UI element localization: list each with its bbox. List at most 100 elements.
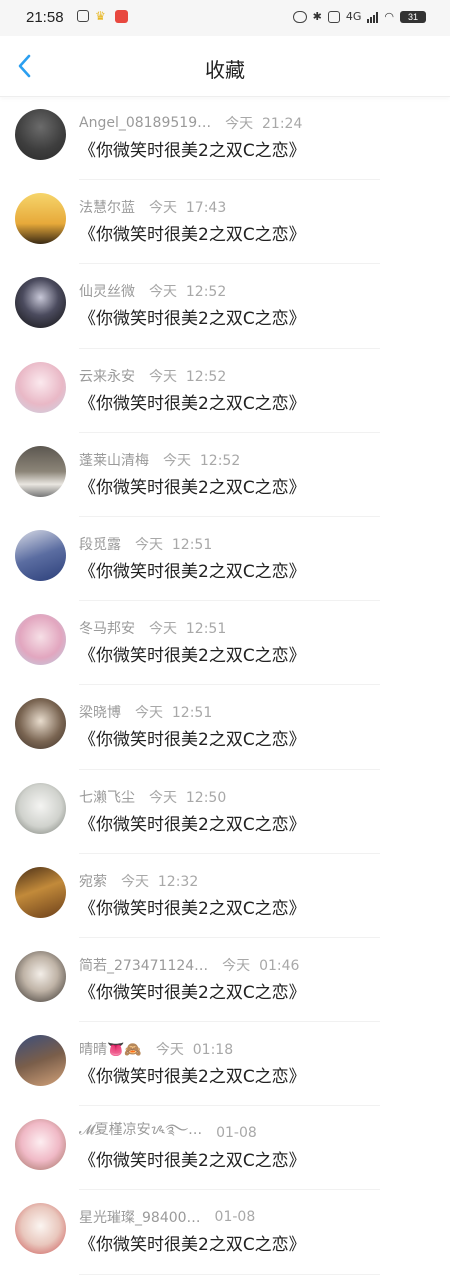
item-meta: 梁晓博 今天 12:51 — [79, 702, 430, 722]
timestamp: 今天 12:32 — [121, 873, 199, 890]
timestamp: 今天 12:51 — [135, 705, 213, 722]
item-meta: 𝓜夏槿凉安ᝰ࿐… 01-08 — [79, 1122, 430, 1143]
signal-icon — [367, 11, 379, 23]
avatar[interactable] — [15, 529, 66, 581]
network-type: 4G — [345, 10, 362, 23]
favorite-item[interactable]: 简若_273471124… 今天 01:46 《你微笑时很美2之双C之恋》 — [0, 938, 450, 1023]
item-meta: 星光璀璨_98400… 01-08 — [79, 1207, 430, 1227]
avatar[interactable] — [15, 109, 66, 160]
user-name[interactable]: 段觅露 — [79, 534, 121, 554]
item-meta: Angel_08189519… 今天 21:24 — [79, 113, 430, 133]
book-title[interactable]: 《你微笑时很美2之双C之恋》 — [79, 810, 306, 835]
book-title[interactable]: 《你微笑时很美2之双C之恋》 — [79, 894, 306, 919]
timestamp: 今天 12:51 — [149, 621, 227, 638]
user-name[interactable]: 蓬莱山清梅 — [79, 450, 149, 470]
nav-bar: 收藏 — [0, 36, 450, 97]
item-meta: 仙灵丝微 今天 12:52 — [79, 281, 430, 301]
user-name[interactable]: 七濑飞尘 — [79, 787, 135, 807]
avatar[interactable] — [15, 614, 66, 666]
book-title[interactable]: 《你微笑时很美2之双C之恋》 — [79, 725, 306, 750]
item-meta: 晴晴👅🙈 今天 01:18 — [79, 1039, 430, 1059]
favorites-list: Angel_08189519… 今天 21:24 《你微笑时很美2之双C之恋》 法慧尔… — [0, 96, 450, 1275]
book-title[interactable]: 《你微笑时很美2之双C之恋》 — [79, 557, 306, 582]
timestamp: 今天 12:50 — [149, 789, 227, 806]
timestamp: 今天 12:52 — [149, 284, 227, 301]
favorite-item[interactable]: 仙灵丝微 今天 12:52 《你微笑时很美2之双C之恋》 — [0, 264, 450, 349]
avatar[interactable] — [15, 445, 66, 497]
status-bar: 21:58 ♛ ✱ 4G ◠ 31 — [0, 0, 450, 36]
alarm-icon — [292, 10, 307, 23]
user-name[interactable]: 梁晓博 — [79, 702, 121, 722]
wifi-icon: ◠ — [384, 10, 394, 23]
timestamp: 今天 21:24 — [225, 116, 303, 132]
avatar[interactable] — [15, 1035, 66, 1087]
timestamp: 01-08 — [214, 1209, 256, 1226]
item-meta: 蓬莱山清梅 今天 12:52 — [79, 450, 430, 470]
favorite-item[interactable]: 梁晓博 今天 12:51 《你微笑时很美2之双C之恋》 — [0, 685, 450, 770]
favorite-item[interactable]: 云来永安 今天 12:52 《你微笑时很美2之双C之恋》 — [0, 349, 450, 433]
hd-icon — [327, 10, 340, 23]
favorite-item[interactable]: 法慧尔蓝 今天 17:43 《你微笑时很美2之双C之恋》 — [0, 180, 450, 265]
page-title: 收藏 — [205, 58, 245, 82]
user-name[interactable]: Angel_08189519… — [79, 115, 211, 131]
book-title[interactable]: 《你微笑时很美2之双C之恋》 — [79, 304, 306, 329]
avatar[interactable] — [15, 277, 66, 329]
user-name[interactable]: 宛萦 — [79, 871, 107, 891]
avatar[interactable] — [15, 1203, 66, 1255]
battery-icon: 31 — [400, 10, 426, 23]
avatar[interactable] — [15, 361, 66, 413]
timestamp: 今天 17:43 — [149, 200, 227, 217]
item-meta: 简若_273471124… 今天 01:46 — [79, 955, 430, 975]
timestamp: 今天 12:51 — [135, 536, 213, 553]
avatar[interactable] — [15, 1119, 66, 1171]
book-title[interactable]: 《你微笑时很美2之双C之恋》 — [79, 220, 306, 245]
user-name[interactable]: 冬马邦安 — [79, 618, 135, 638]
favorite-item[interactable]: 段觅露 今天 12:51 《你微笑时很美2之双C之恋》 — [0, 517, 450, 602]
book-title[interactable]: 《你微笑时很美2之双C之恋》 — [79, 1062, 306, 1087]
app-notification-icon — [77, 10, 89, 22]
timestamp: 今天 01:46 — [222, 957, 300, 974]
item-meta: 法慧尔蓝 今天 17:43 — [79, 197, 430, 217]
favorite-item[interactable]: Angel_08189519… 今天 21:24 《你微笑时很美2之双C之恋》 — [0, 96, 450, 181]
book-title[interactable]: 《你微笑时很美2之双C之恋》 — [79, 641, 306, 666]
timestamp: 今天 12:52 — [149, 368, 227, 385]
timestamp: 今天 12:52 — [163, 452, 241, 469]
favorite-item[interactable]: 星光璀璨_98400… 01-08 《你微笑时很美2之双C之恋》 — [0, 1190, 450, 1275]
red-app-icon — [115, 10, 128, 23]
avatar[interactable] — [15, 698, 66, 750]
book-title[interactable]: 《你微笑时很美2之双C之恋》 — [79, 473, 306, 498]
book-title[interactable]: 《你微笑时很美2之双C之恋》 — [79, 1146, 306, 1171]
book-title[interactable]: 《你微笑时很美2之双C之恋》 — [79, 389, 306, 414]
avatar[interactable] — [15, 866, 66, 918]
book-title[interactable]: 《你微笑时很美2之双C之恋》 — [79, 1230, 306, 1255]
item-meta: 七濑飞尘 今天 12:50 — [79, 787, 430, 807]
avatar[interactable] — [15, 950, 66, 1002]
book-title[interactable]: 《你微笑时很美2之双C之恋》 — [79, 136, 306, 161]
item-meta: 冬马邦安 今天 12:51 — [79, 618, 430, 638]
favorite-item[interactable]: 蓬莱山清梅 今天 12:52 《你微笑时很美2之双C之恋》 — [0, 433, 450, 517]
user-name[interactable]: 简若_273471124… — [79, 955, 208, 975]
user-name[interactable]: 云来永安 — [79, 366, 135, 386]
favorite-item[interactable]: 冬马邦安 今天 12:51 《你微笑时很美2之双C之恋》 — [0, 601, 450, 686]
book-title[interactable]: 《你微笑时很美2之双C之恋》 — [79, 978, 306, 1003]
status-time: 21:58 — [26, 9, 64, 26]
timestamp: 01-08 — [216, 1125, 257, 1142]
favorite-item[interactable]: 七濑飞尘 今天 12:50 《你微笑时很美2之双C之恋》 — [0, 770, 450, 854]
item-meta: 宛萦 今天 12:32 — [79, 871, 430, 891]
item-meta: 段觅露 今天 12:51 — [79, 534, 430, 554]
favorite-item[interactable]: 宛萦 今天 12:32 《你微笑时很美2之双C之恋》 — [0, 854, 450, 938]
avatar[interactable] — [15, 782, 66, 834]
timestamp: 今天 01:18 — [155, 1042, 234, 1059]
divider — [79, 1273, 380, 1275]
user-name[interactable]: 仙灵丝微 — [79, 281, 135, 301]
user-name[interactable]: 法慧尔蓝 — [79, 197, 135, 217]
user-name[interactable]: 晴晴👅🙈 — [79, 1039, 142, 1059]
favorite-item[interactable]: 晴晴👅🙈 今天 01:18 《你微笑时很美2之双C之恋》 — [0, 1022, 450, 1107]
item-meta: 云来永安 今天 12:52 — [79, 366, 430, 386]
favorite-item[interactable]: 𝓜夏槿凉安ᝰ࿐… 01-08 《你微笑时很美2之双C之恋》 — [0, 1106, 450, 1191]
user-name[interactable]: 星光璀璨_98400… — [79, 1207, 201, 1227]
bluetooth-icon: ✱ — [312, 10, 322, 23]
notification-icons: ♛ — [77, 10, 128, 23]
avatar[interactable] — [15, 193, 66, 245]
system-icons: ✱ 4G ◠ 31 — [292, 10, 426, 23]
